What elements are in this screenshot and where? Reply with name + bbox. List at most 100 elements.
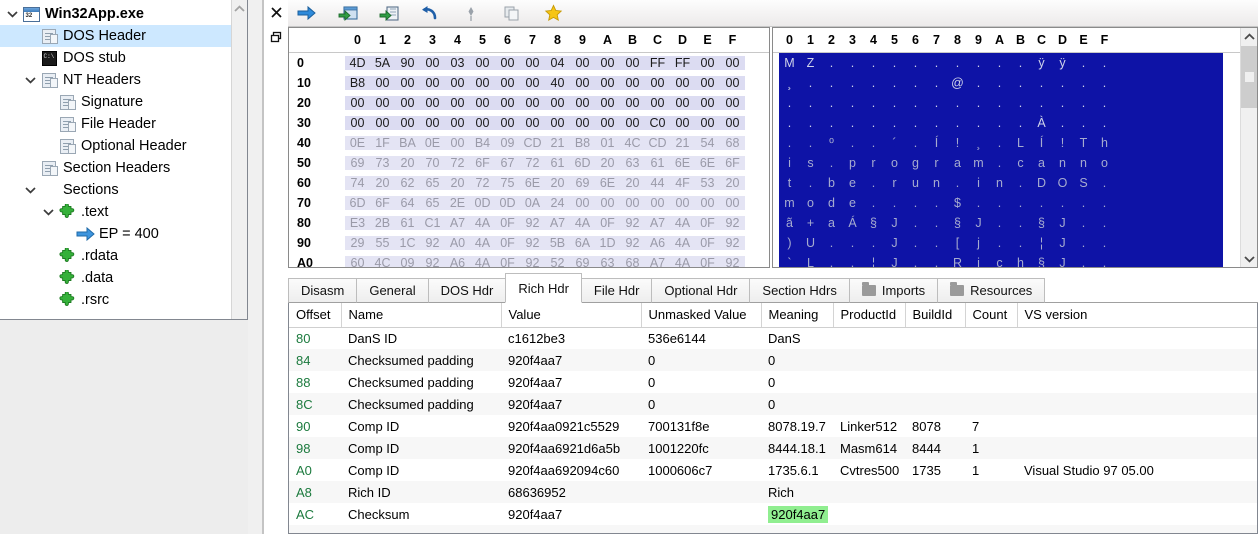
table-column-header[interactable]: Name — [341, 303, 502, 328]
chevron-down-icon[interactable] — [4, 3, 21, 25]
ascii-char[interactable]: . — [926, 56, 947, 70]
hex-byte[interactable]: 0F — [695, 256, 720, 267]
ascii-char[interactable]: . — [1094, 116, 1115, 130]
hex-vertical-scrollbar[interactable] — [1240, 28, 1257, 267]
ascii-char[interactable]: $ — [947, 196, 968, 210]
tree-item-dos-stub[interactable]: DOS stub — [0, 47, 247, 69]
hex-byte[interactable]: BA — [395, 136, 420, 150]
ascii-char[interactable]: . — [1052, 76, 1073, 90]
ascii-row[interactable]: ................ — [779, 93, 1223, 113]
hex-byte[interactable]: 44 — [645, 176, 670, 190]
hex-byte[interactable]: 2B — [370, 216, 395, 230]
table-row[interactable]: AC Checksum 920f4aa7 920f4aa7 — [289, 503, 1257, 525]
hex-byte[interactable]: 00 — [370, 96, 395, 110]
ascii-row[interactable]: MZ..........ÿÿ.. — [779, 53, 1223, 73]
hex-byte[interactable]: 00 — [620, 56, 645, 70]
ascii-char[interactable]: ) — [779, 236, 800, 250]
ascii-char[interactable]: . — [1052, 96, 1073, 110]
ascii-char[interactable]: . — [1052, 196, 1073, 210]
ascii-char[interactable]: a — [821, 216, 842, 230]
hex-byte[interactable]: FF — [670, 56, 695, 70]
hex-byte[interactable]: 20 — [620, 176, 645, 190]
hex-byte[interactable]: 64 — [395, 196, 420, 210]
hex-byte[interactable]: C1 — [420, 216, 445, 230]
ascii-char[interactable]: . — [1010, 196, 1031, 210]
table-column-header[interactable]: Meaning — [761, 303, 834, 328]
ascii-char[interactable]: L — [1010, 136, 1031, 150]
tree-item-text[interactable]: .text — [0, 201, 247, 223]
hex-byte[interactable]: 03 — [445, 56, 470, 70]
chevron-down-icon[interactable] — [22, 69, 39, 91]
tree-item-rdata[interactable]: .rdata — [0, 245, 247, 267]
hex-byte[interactable]: E3 — [345, 216, 370, 230]
ascii-char[interactable]: r — [884, 176, 905, 190]
hex-byte[interactable]: 0F — [695, 236, 720, 250]
hex-byte[interactable]: 6D — [345, 196, 370, 210]
tab-section-hdrs[interactable]: Section Hdrs — [749, 278, 850, 303]
hex-byte[interactable]: 6A — [570, 236, 595, 250]
hex-byte[interactable]: A7 — [645, 216, 670, 230]
hex-byte[interactable]: 00 — [545, 116, 570, 130]
ascii-char[interactable]: . — [947, 56, 968, 70]
hex-byte[interactable]: 0F — [495, 236, 520, 250]
scrollbar-thumb[interactable] — [1241, 46, 1257, 108]
ascii-char[interactable]: a — [947, 156, 968, 170]
hex-byte[interactable]: 72 — [470, 176, 495, 190]
hex-byte[interactable]: 73 — [370, 156, 395, 170]
hex-row-bytes[interactable]: 6D 6F 64 65 2E 0D 0D 0A 24 00 00 00 00 00 00 00 — [345, 196, 745, 210]
ascii-char[interactable]: ` — [779, 256, 800, 267]
ascii-char[interactable]: . — [1010, 56, 1031, 70]
ascii-char[interactable]: L — [800, 256, 821, 267]
scroll-up-icon[interactable] — [1241, 28, 1257, 45]
hex-byte[interactable]: 00 — [695, 56, 720, 70]
ascii-char[interactable]: . — [1010, 236, 1031, 250]
hex-row-bytes[interactable]: 74 20 62 65 20 72 75 6E 20 69 6E 20 44 4F 53 20 — [345, 176, 745, 190]
copy-icon[interactable] — [501, 2, 523, 24]
hex-byte[interactable]: 00 — [495, 56, 520, 70]
hex-byte[interactable]: B8 — [570, 136, 595, 150]
hex-byte[interactable]: 6E — [670, 156, 695, 170]
ascii-char[interactable]: . — [842, 256, 863, 267]
hex-row[interactable]: 60 74 20 62 65 20 72 75 6E 20 69 6E 20 44 4F 53 20 — [289, 173, 769, 193]
hex-row-bytes[interactable]: 29 55 1C 92 A0 4A 0F 92 5B 6A 1D 92 A6 4A 0F 92 — [345, 236, 745, 250]
ascii-char[interactable]: . — [821, 156, 842, 170]
ascii-char[interactable]: . — [842, 236, 863, 250]
ascii-char[interactable]: n — [989, 176, 1010, 190]
ascii-char[interactable]: ¦ — [1031, 236, 1052, 250]
hex-byte[interactable]: 00 — [570, 96, 595, 110]
ascii-char[interactable]: . — [1073, 76, 1094, 90]
hex-byte[interactable]: 00 — [470, 76, 495, 90]
ascii-char[interactable]: J — [1052, 236, 1073, 250]
hex-byte[interactable]: 67 — [495, 156, 520, 170]
hex-byte[interactable]: 70 — [420, 156, 445, 170]
hex-byte[interactable]: 4C — [620, 136, 645, 150]
restore-window-icon[interactable] — [266, 28, 286, 46]
hex-byte[interactable]: 00 — [495, 96, 520, 110]
ascii-char[interactable]: º — [821, 136, 842, 150]
tree-item-rsrc[interactable]: .rsrc — [0, 289, 247, 311]
tab-general[interactable]: General — [356, 278, 429, 303]
hex-byte[interactable]: 55 — [370, 236, 395, 250]
ascii-char[interactable]: d — [821, 196, 842, 210]
hex-byte[interactable]: 92 — [620, 216, 645, 230]
hex-byte[interactable]: A7 — [545, 216, 570, 230]
hex-byte[interactable]: 00 — [670, 196, 695, 210]
ascii-char[interactable]: . — [800, 136, 821, 150]
hex-byte[interactable]: 20 — [545, 176, 570, 190]
ascii-char[interactable]: . — [800, 116, 821, 130]
ascii-char[interactable]: . — [842, 116, 863, 130]
hex-byte[interactable]: 5B — [545, 236, 570, 250]
ascii-char[interactable]: o — [800, 196, 821, 210]
hex-byte[interactable]: 62 — [395, 176, 420, 190]
ascii-char[interactable]: . — [800, 176, 821, 190]
hex-byte[interactable]: 00 — [370, 116, 395, 130]
ascii-char[interactable]: c — [989, 256, 1010, 267]
hex-byte[interactable]: 00 — [520, 76, 545, 90]
ascii-char[interactable]: Í — [1031, 136, 1052, 150]
hex-byte[interactable]: 65 — [420, 176, 445, 190]
ascii-char[interactable]: J — [1052, 216, 1073, 230]
tree-item-data[interactable]: .data — [0, 267, 247, 289]
table-column-header[interactable]: Count — [965, 303, 1018, 328]
ascii-char[interactable]: g — [905, 156, 926, 170]
table-column-header[interactable]: VS version — [1017, 303, 1257, 328]
